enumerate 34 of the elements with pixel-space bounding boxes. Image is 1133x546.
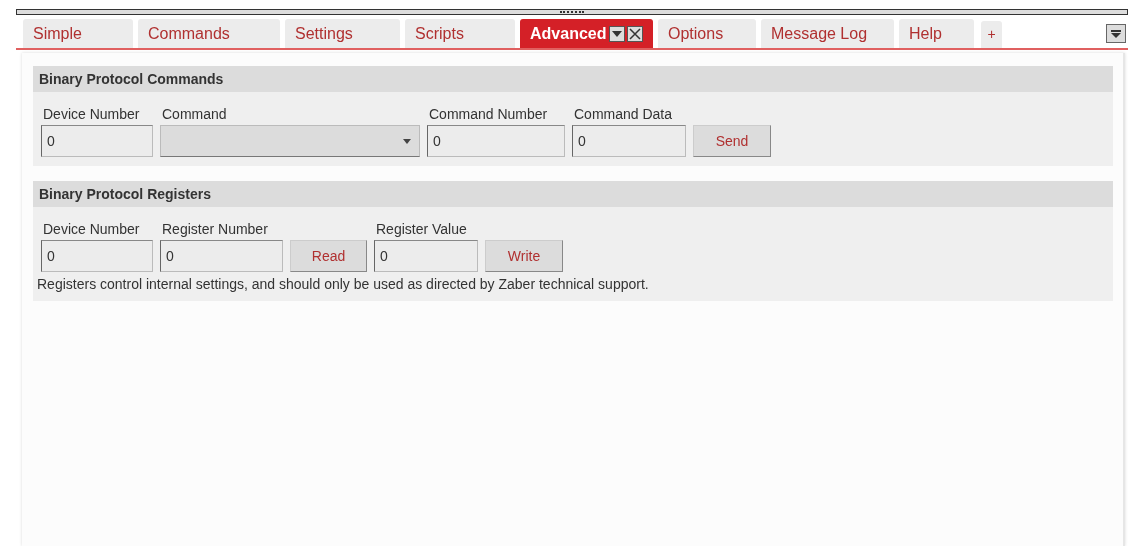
caret-icon	[403, 138, 411, 144]
overflow-menu-icon[interactable]	[1106, 24, 1126, 43]
tab[interactable]: Help	[899, 19, 974, 48]
action-button[interactable]: Write	[485, 240, 563, 272]
action-button[interactable]: Read	[290, 240, 367, 272]
input-field[interactable]: 0	[572, 125, 686, 157]
add-tab-button[interactable]: +	[981, 21, 1002, 48]
input-field[interactable]: 0	[427, 125, 565, 157]
close-icon[interactable]	[627, 25, 643, 42]
group-header: Binary Protocol Commands	[33, 66, 1113, 92]
tab[interactable]: Message Log	[761, 19, 894, 48]
field-label: Register Value	[375, 220, 468, 237]
field-label: Register Number	[161, 220, 269, 237]
tab[interactable]: Simple	[23, 19, 133, 48]
field-label: Command Data	[573, 105, 674, 122]
tab[interactable]: Commands	[138, 19, 280, 48]
help-text: Registers control internal settings, and should only be used as directed by Zaber technical support.	[36, 275, 650, 294]
input-field[interactable]: 0	[374, 240, 478, 272]
input-field[interactable]: 0	[41, 125, 153, 157]
field-label: Device Number	[42, 220, 141, 237]
field-label: Command Number	[428, 105, 549, 122]
group-header: Binary Protocol Registers	[33, 181, 1113, 207]
action-button[interactable]: Send	[693, 125, 771, 157]
field-label: Command	[161, 105, 228, 122]
field-label: Device Number	[42, 105, 141, 122]
tab[interactable]: Scripts	[405, 19, 515, 48]
dropdown-icon[interactable]	[609, 25, 625, 42]
input-field[interactable]: 0	[160, 240, 283, 272]
tab[interactable]: Advanced	[520, 19, 653, 48]
tab[interactable]: Settings	[285, 19, 400, 48]
tab[interactable]: Options	[658, 19, 756, 48]
splitter-bar[interactable]	[16, 9, 1128, 15]
input-field[interactable]: 0	[41, 240, 153, 272]
dropdown[interactable]	[160, 125, 420, 157]
